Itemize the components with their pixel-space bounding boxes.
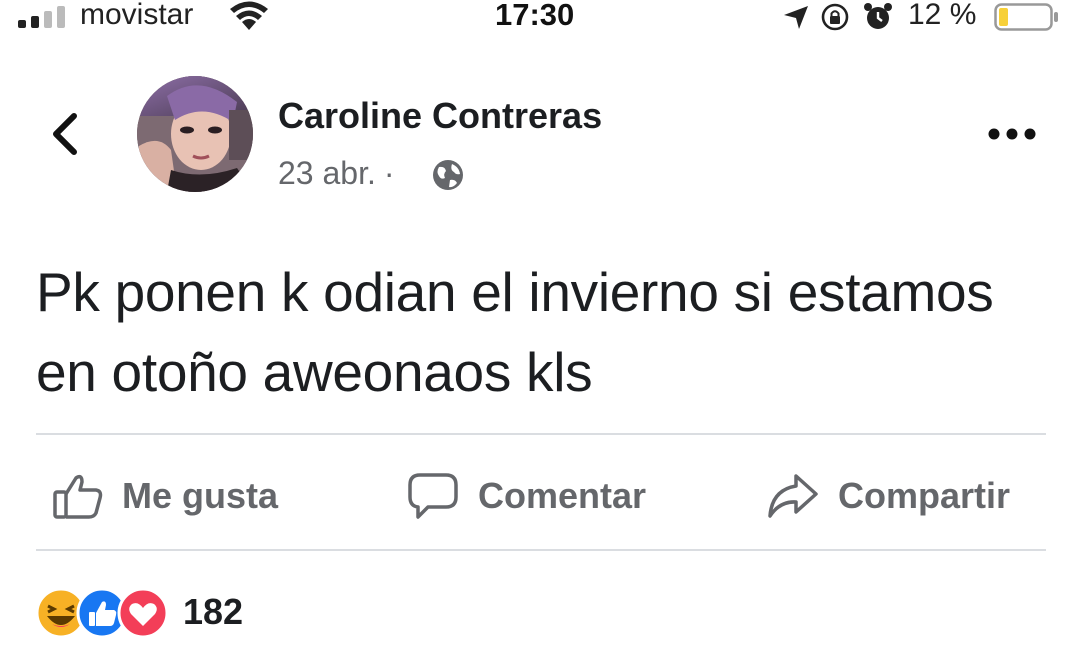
alarm-icon — [864, 3, 892, 29]
location-icon — [784, 6, 808, 29]
signal-icon — [18, 6, 65, 28]
share-arrow-icon — [768, 474, 818, 518]
battery-icon — [994, 3, 1058, 31]
post-date[interactable]: 23 abr. — [278, 155, 376, 191]
more-options-button[interactable] — [982, 116, 1042, 152]
post-screen: movistar 17:30 12 % Caroline Contreras 2… — [0, 0, 1077, 659]
rotation-lock-icon — [821, 3, 849, 31]
like-button[interactable]: Me gusta — [52, 468, 278, 524]
post-text: Pk ponen k odian el invierno si estamos … — [36, 261, 994, 403]
wifi-icon — [230, 1, 268, 30]
post-meta: 23 abr. · — [278, 154, 401, 192]
battery-percent: 12 % — [908, 0, 977, 31]
share-label: Compartir — [838, 475, 1011, 516]
status-bar: movistar 17:30 12 % — [0, 0, 1077, 36]
like-label: Me gusta — [122, 475, 279, 516]
meta-separator: · — [383, 155, 395, 191]
reaction-count[interactable]: 182 — [183, 589, 243, 635]
avatar-photo — [137, 76, 253, 192]
comment-label: Comentar — [478, 475, 647, 516]
comment-button[interactable]: Comentar — [406, 468, 646, 524]
share-button[interactable]: Compartir — [766, 468, 1010, 524]
author-name[interactable]: Caroline Contreras — [278, 95, 602, 137]
carrier-name: movistar — [80, 0, 194, 31]
divider — [36, 433, 1046, 435]
globe-icon — [433, 160, 463, 190]
avatar[interactable] — [137, 76, 253, 192]
reactions-summary[interactable] — [34, 586, 174, 640]
back-button[interactable] — [44, 108, 88, 160]
thumbs-up-icon — [53, 474, 103, 519]
divider — [36, 549, 1046, 551]
comment-bubble-icon — [408, 473, 458, 519]
status-time: 17:30 — [495, 0, 575, 32]
love-reaction-icon — [117, 587, 169, 639]
